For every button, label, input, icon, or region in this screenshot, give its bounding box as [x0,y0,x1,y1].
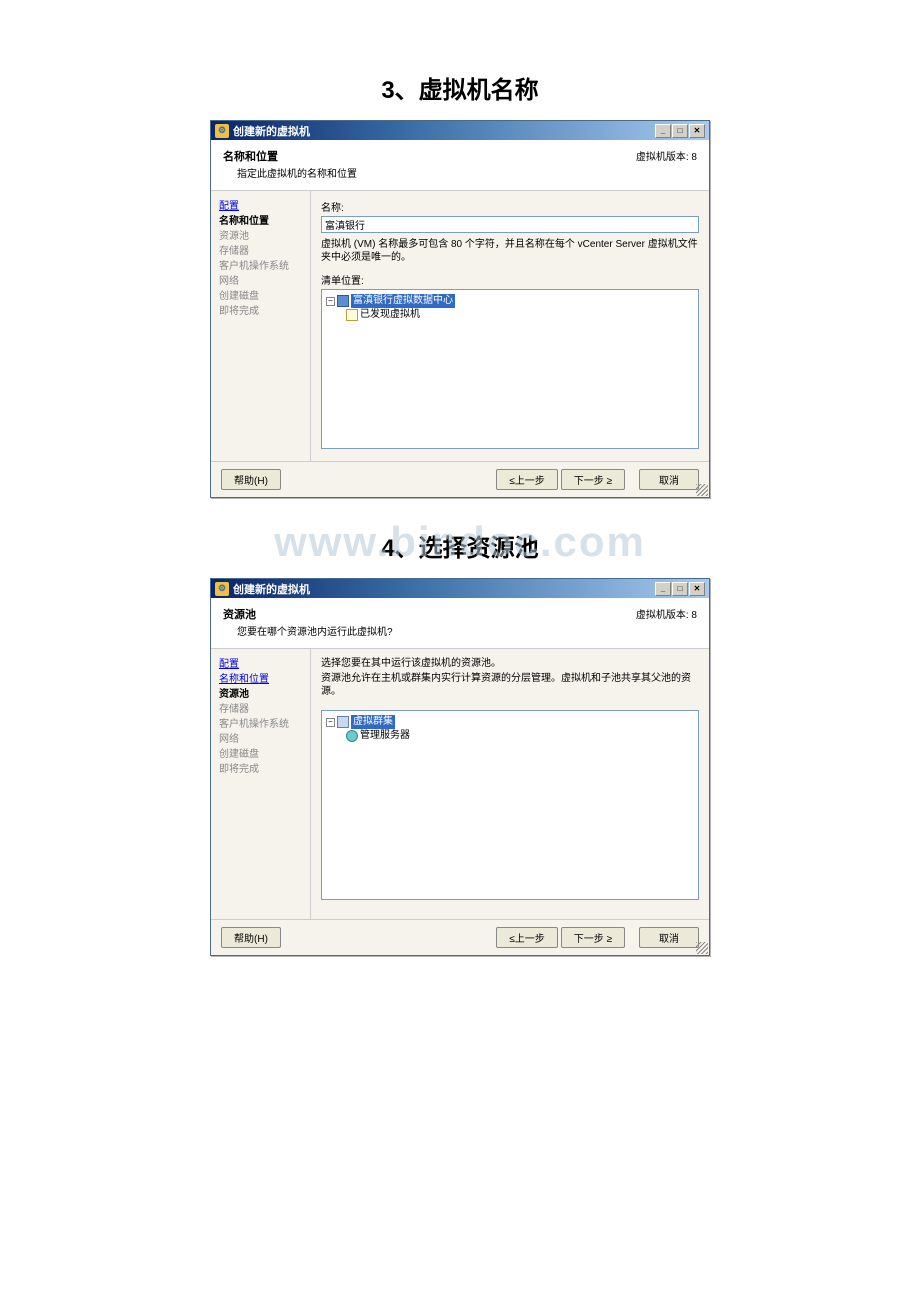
pool-desc-1: 选择您要在其中运行该虚拟机的资源池。 [321,657,699,670]
vm-name-input[interactable] [321,216,699,233]
wizard-header: 虚拟机版本: 8 名称和位置 指定此虚拟机的名称和位置 [211,140,709,191]
titlebar[interactable]: ⚙ 创建新的虚拟机 _ □ ✕ [211,121,709,140]
next-button[interactable]: 下一步 ≥ [561,927,625,948]
pool-desc-2: 资源池允许在主机或群集内实行计算资源的分层管理。虚拟机和子池共享其父池的资源。 [321,672,699,698]
cancel-button[interactable]: 取消 [639,469,699,490]
inventory-tree[interactable]: − 富滇银行虚拟数据中心 已发现虚拟机 [321,289,699,449]
maximize-icon[interactable]: □ [672,124,688,138]
tree-item-label: 虚拟群集 [351,715,395,729]
wizard-main-panel: 选择您要在其中运行该虚拟机的资源池。 资源池允许在主机或群集内实行计算资源的分层… [311,649,709,919]
section-title-2: 4、选择资源池 [0,528,920,563]
sidebar-item-network: 网络 [219,732,310,747]
sidebar-item-network: 网络 [219,274,310,289]
step-subtitle: 您要在哪个资源池内运行此虚拟机? [223,623,697,638]
sidebar-item-guest-os: 客户机操作系统 [219,259,310,274]
titlebar[interactable]: ⚙ 创建新的虚拟机 _ □ ✕ [211,579,709,598]
resource-pool-tree[interactable]: − 虚拟群集 管理服务器 [321,710,699,900]
tree-row-cluster[interactable]: − 虚拟群集 [326,715,694,729]
help-button[interactable]: 帮助(H) [221,469,281,490]
sidebar-item-name-location[interactable]: 名称和位置 [219,672,310,687]
sidebar-item-storage: 存储器 [219,702,310,717]
tree-row-mgmt-server[interactable]: 管理服务器 [326,729,694,743]
tree-item-label: 管理服务器 [360,729,410,743]
vm-version: 虚拟机版本: 8 [636,148,697,163]
step-title: 资源池 [223,606,697,622]
window-title: 创建新的虚拟机 [233,581,310,597]
inventory-label: 清单位置: [321,272,699,287]
app-icon: ⚙ [215,582,229,596]
cluster-icon [337,716,349,728]
section-title-1: 3、虚拟机名称 [0,70,920,105]
window-title: 创建新的虚拟机 [233,123,310,139]
collapse-icon[interactable]: − [326,718,335,727]
wizard-header: 虚拟机版本: 8 资源池 您要在哪个资源池内运行此虚拟机? [211,598,709,649]
wizard-footer: 帮助(H) ≤上一步 下一步 ≥ 取消 [211,461,709,497]
name-hint: 虚拟机 (VM) 名称最多可包含 80 个字符，并且名称在每个 vCenter … [321,238,699,264]
wizard-steps-sidebar: 配置 名称和位置 资源池 存储器 客户机操作系统 网络 创建磁盘 即将完成 [211,649,311,919]
wizard-steps-sidebar: 配置 名称和位置 资源池 存储器 客户机操作系统 网络 创建磁盘 即将完成 [211,191,311,461]
resize-grip-icon[interactable] [696,942,708,954]
wizard-main-panel: 名称: 虚拟机 (VM) 名称最多可包含 80 个字符，并且名称在每个 vCen… [311,191,709,461]
sidebar-item-create-disk: 创建磁盘 [219,747,310,762]
name-label: 名称: [321,199,699,214]
sidebar-item-config[interactable]: 配置 [219,199,310,214]
sidebar-item-resource-pool: 资源池 [219,687,310,702]
back-button[interactable]: ≤上一步 [496,469,558,490]
minimize-icon[interactable]: _ [655,124,671,138]
minimize-icon[interactable]: _ [655,582,671,596]
app-icon: ⚙ [215,124,229,138]
sidebar-item-config[interactable]: 配置 [219,657,310,672]
sidebar-item-create-disk: 创建磁盘 [219,289,310,304]
next-button[interactable]: 下一步 ≥ [561,469,625,490]
sidebar-item-guest-os: 客户机操作系统 [219,717,310,732]
step-title: 名称和位置 [223,148,697,164]
close-icon[interactable]: ✕ [689,582,705,596]
tree-item-label: 富滇银行虚拟数据中心 [351,294,455,308]
step-subtitle: 指定此虚拟机的名称和位置 [223,165,697,180]
sidebar-item-ready: 即将完成 [219,762,310,777]
resource-pool-icon [346,730,358,742]
maximize-icon[interactable]: □ [672,582,688,596]
wizard-dialog-name: ⚙ 创建新的虚拟机 _ □ ✕ 虚拟机版本: 8 名称和位置 指定此虚拟机的名称… [210,120,710,498]
collapse-icon[interactable]: − [326,297,335,306]
resize-grip-icon[interactable] [696,484,708,496]
tree-row-datacenter[interactable]: − 富滇银行虚拟数据中心 [326,294,694,308]
sidebar-item-ready: 即将完成 [219,304,310,319]
tree-item-label: 已发现虚拟机 [360,308,420,322]
datacenter-icon [337,295,349,307]
sidebar-item-resource-pool: 资源池 [219,229,310,244]
back-button[interactable]: ≤上一步 [496,927,558,948]
tree-row-discovered-vms[interactable]: 已发现虚拟机 [326,308,694,322]
sidebar-item-name-location: 名称和位置 [219,214,310,229]
close-icon[interactable]: ✕ [689,124,705,138]
wizard-footer: 帮助(H) ≤上一步 下一步 ≥ 取消 [211,919,709,955]
vm-version: 虚拟机版本: 8 [636,606,697,621]
help-button[interactable]: 帮助(H) [221,927,281,948]
wizard-dialog-resourcepool: ⚙ 创建新的虚拟机 _ □ ✕ 虚拟机版本: 8 资源池 您要在哪个资源池内运行… [210,578,710,956]
sidebar-item-storage: 存储器 [219,244,310,259]
folder-icon [346,309,358,321]
cancel-button[interactable]: 取消 [639,927,699,948]
